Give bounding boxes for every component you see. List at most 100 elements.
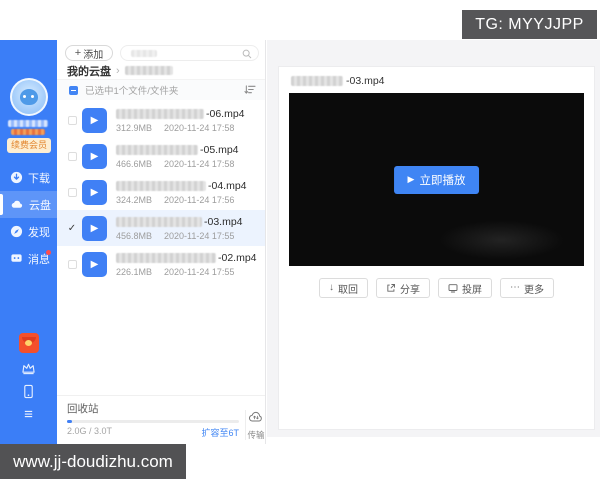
transfer-cloud-icon: [248, 411, 264, 423]
play-now-button[interactable]: ▶ 立即播放: [394, 166, 480, 194]
preview-filename-redacted: [291, 76, 343, 86]
site-watermark: www.jj-doudizhu.com: [0, 444, 186, 479]
file-date: 2020-11-24 17:58: [164, 123, 234, 133]
video-thumbnail-icon: ▶: [82, 216, 107, 241]
filename-suffix: -04.mp4: [208, 180, 247, 192]
file-row-selected[interactable]: ✓ ▶ -03.mp4 456.8MB2020-11-24 17:55: [57, 210, 265, 246]
video-preview-area[interactable]: ▶ 立即播放: [289, 93, 584, 266]
panel-footer: 回收站 2.0G / 3.0T 扩容至6T 传输: [57, 395, 265, 444]
file-info: -03.mp4 456.8MB2020-11-24 17:55: [116, 216, 243, 241]
file-date: 2020-11-24 17:58: [164, 159, 234, 169]
share-icon: [386, 283, 396, 293]
file-row[interactable]: ▶ -04.mp4 324.2MB2020-11-24 17:56: [57, 174, 265, 210]
add-button[interactable]: + 添加: [65, 45, 113, 61]
video-thumbnail-icon: ▶: [82, 108, 107, 133]
file-size: 324.2MB: [116, 195, 164, 205]
filename-redacted: [116, 109, 204, 119]
storage-progressbar: [67, 420, 239, 423]
app-window: 续费会员 下载 云盘 发: [0, 40, 600, 444]
file-size: 456.8MB: [116, 231, 164, 241]
preview-card: -03.mp4 ▶ 立即播放 ↓ 取回 分享: [278, 66, 595, 430]
row-checkbox[interactable]: [65, 188, 79, 197]
preview-title: -03.mp4: [279, 67, 594, 93]
play-glyph: ▶: [91, 223, 99, 234]
screen: 续费会员 下载 云盘 发: [0, 0, 600, 480]
sidebar-bottom-icons: ≡: [0, 333, 57, 422]
checkbox-empty: [68, 260, 77, 269]
red-packet-icon[interactable]: [19, 333, 39, 353]
message-icon: [10, 252, 23, 265]
file-size: 466.6MB: [116, 159, 164, 169]
checkbox-empty: [68, 152, 77, 161]
cast-label: 投屏: [462, 281, 482, 296]
row-checkbox[interactable]: [65, 116, 79, 125]
play-now-label: 立即播放: [419, 172, 465, 188]
file-info: -04.mp4 324.2MB2020-11-24 17:56: [116, 180, 247, 205]
cast-button[interactable]: 投屏: [438, 278, 492, 298]
sidebar-item-label: 发现: [28, 224, 50, 240]
search-icon: [242, 49, 252, 59]
hamburger-menu-icon[interactable]: ≡: [24, 408, 33, 422]
storage-usage-text: 2.0G / 3.0T: [67, 426, 112, 439]
file-row[interactable]: ▶ -02.mp4 226.1MB2020-11-24 17:55: [57, 246, 265, 282]
selection-bar: 已选中1个文件/文件夹: [57, 80, 265, 100]
more-label: 更多: [524, 281, 544, 296]
compass-icon: [10, 225, 23, 238]
breadcrumb-root[interactable]: 我的云盘: [67, 63, 111, 79]
crown-vip-icon[interactable]: [21, 362, 36, 375]
retrieve-button[interactable]: ↓ 取回: [319, 278, 368, 298]
sidebar-item-cloud-drive[interactable]: 云盘: [0, 191, 57, 218]
breadcrumb: 我的云盘 ›: [57, 62, 265, 80]
preview-filename-suffix: -03.mp4: [346, 75, 385, 87]
storage-progress-fill: [67, 420, 72, 423]
search-text-redacted: [131, 50, 157, 57]
filename-redacted: [116, 145, 198, 155]
renew-vip-badge[interactable]: 续费会员: [7, 138, 51, 153]
sidebar-item-label: 下载: [28, 170, 50, 186]
file-info: -06.mp4 312.9MB2020-11-24 17:58: [116, 108, 245, 133]
mobile-phone-icon[interactable]: [22, 384, 35, 399]
row-checkbox[interactable]: ✓: [65, 223, 79, 234]
sidebar-item-discover[interactable]: 发现: [0, 218, 57, 245]
file-size: 312.9MB: [116, 123, 164, 133]
plus-icon: +: [75, 48, 81, 58]
more-button[interactable]: ⋯ 更多: [500, 278, 554, 298]
file-row[interactable]: ▶ -06.mp4 312.9MB2020-11-24 17:58: [57, 102, 265, 138]
download-icon: [10, 171, 23, 184]
filename-redacted: [116, 181, 206, 191]
transfer-label: 传输: [246, 429, 266, 441]
file-date: 2020-11-24 17:55: [164, 231, 234, 241]
check-icon: ✓: [68, 223, 76, 234]
filename-suffix: -06.mp4: [206, 108, 245, 120]
play-glyph: ▶: [91, 259, 99, 270]
file-info: -02.mp4 226.1MB2020-11-24 17:55: [116, 252, 257, 277]
sidebar-item-download[interactable]: 下载: [0, 164, 57, 191]
cloud-icon: [10, 198, 24, 211]
transfer-button[interactable]: 传输: [246, 410, 266, 441]
filename-redacted: [116, 217, 202, 227]
recycle-bin-link[interactable]: 回收站: [67, 401, 99, 416]
row-checkbox[interactable]: [65, 260, 79, 269]
breadcrumb-folder-redacted: [125, 66, 173, 75]
expand-storage-link[interactable]: 扩容至6T: [201, 426, 239, 439]
sidebar-item-label: 云盘: [29, 197, 51, 213]
username-redacted: [8, 120, 48, 127]
avatar[interactable]: [10, 78, 48, 116]
sort-icon[interactable]: [244, 84, 256, 95]
file-size: 226.1MB: [116, 267, 164, 277]
share-label: 分享: [400, 281, 420, 296]
retrieve-label: 取回: [338, 281, 358, 296]
avatar-mascot-icon: [20, 89, 38, 105]
filename-suffix: -05.mp4: [200, 144, 239, 156]
selection-count-text: 已选中1个文件/文件夹: [85, 83, 178, 97]
cast-screen-icon: [448, 283, 458, 293]
search-input[interactable]: [120, 45, 259, 61]
row-checkbox[interactable]: [65, 152, 79, 161]
filename-redacted: [116, 253, 216, 263]
sidebar-item-messages[interactable]: 消息: [0, 245, 57, 272]
tg-watermark: TG: MYYJJPP: [462, 10, 597, 39]
share-button[interactable]: 分享: [376, 278, 430, 298]
file-row[interactable]: ▶ -05.mp4 466.6MB2020-11-24 17:58: [57, 138, 265, 174]
select-all-checkbox[interactable]: [69, 86, 78, 95]
video-thumbnail-icon: ▶: [82, 180, 107, 205]
